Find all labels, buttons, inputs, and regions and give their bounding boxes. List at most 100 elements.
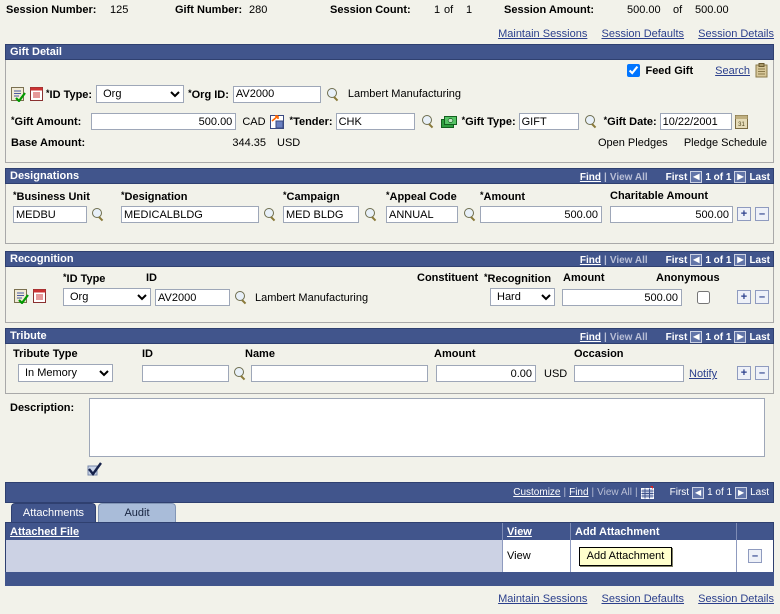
tab-audit[interactable]: Audit xyxy=(98,503,176,522)
tender-lookup-icon[interactable] xyxy=(421,115,435,128)
link-maintain-sessions-bottom[interactable]: Maintain Sessions xyxy=(498,593,587,605)
designation-input[interactable] xyxy=(121,206,259,223)
notify-link[interactable]: Notify xyxy=(689,368,717,380)
designations-first-label[interactable]: First xyxy=(666,172,688,183)
attachments-last-label[interactable]: Last xyxy=(750,487,769,498)
tribute-find-link[interactable]: Find xyxy=(580,332,601,343)
recognition-amount-input[interactable] xyxy=(562,289,682,306)
recognition-find-link[interactable]: Find xyxy=(580,255,601,266)
open-pledges-link[interactable]: Open Pledges xyxy=(598,137,668,149)
tribute-first-label[interactable]: First xyxy=(666,332,688,343)
org-id-lookup-icon[interactable] xyxy=(326,87,340,101)
add-attachment-button[interactable]: Add Attachment xyxy=(579,546,672,566)
attachments-prev-button[interactable]: ◀ xyxy=(692,486,705,499)
business-unit-lookup-icon[interactable] xyxy=(92,208,105,221)
designation-lookup-icon[interactable] xyxy=(264,208,277,221)
recognition-delete-row-button[interactable]: – xyxy=(755,290,769,304)
designations-delete-row-button[interactable]: – xyxy=(755,207,769,221)
tab-attachments[interactable]: Attachments xyxy=(11,503,96,522)
recognition-id-type-select[interactable]: Org xyxy=(63,288,151,306)
tribute-type-select[interactable]: In Memory xyxy=(18,364,113,382)
recognition-id-lookup-icon[interactable] xyxy=(235,291,248,304)
validate-icon[interactable] xyxy=(11,86,26,103)
tribute-delete-row-button[interactable]: – xyxy=(755,366,769,380)
tribute-view-all-link[interactable]: View All xyxy=(610,332,648,343)
tribute-id-input[interactable] xyxy=(142,365,229,382)
calendar-icon[interactable]: 31 xyxy=(734,114,748,129)
feed-gift-checkbox[interactable] xyxy=(627,64,641,77)
recognition-first-label[interactable]: First xyxy=(666,255,688,266)
designations-prev-button[interactable]: ◀ xyxy=(690,171,703,183)
recognition-type-select[interactable]: Hard xyxy=(490,288,555,306)
anonymous-checkbox[interactable] xyxy=(697,291,710,304)
tribute-add-row-button[interactable]: + xyxy=(737,366,751,380)
session-amount-label: Session Amount: xyxy=(504,4,595,16)
designation-amount-input[interactable] xyxy=(480,206,602,223)
gift-currency-text: CAD xyxy=(242,115,266,128)
attachments-next-button[interactable]: ▶ xyxy=(735,486,748,499)
tender-input[interactable] xyxy=(335,113,415,130)
org-id-input[interactable] xyxy=(232,85,321,103)
session-count-total: 1 xyxy=(466,4,473,16)
gift-type-lookup-icon[interactable] xyxy=(584,115,598,128)
gift-type-input[interactable] xyxy=(518,113,579,130)
clipboard-icon[interactable] xyxy=(755,63,768,78)
recognition-validate-icon[interactable] xyxy=(14,289,29,305)
occasion-input[interactable] xyxy=(574,365,684,382)
id-type-select[interactable]: Org xyxy=(96,85,185,103)
attachments-first-label[interactable]: First xyxy=(670,487,689,498)
gift-amount-input[interactable] xyxy=(91,113,237,130)
recognition-view-all-link[interactable]: View All xyxy=(610,255,648,266)
recognition-panel: ID Type ID Constituent Recognition Amoun… xyxy=(5,267,774,323)
business-unit-input[interactable] xyxy=(13,206,87,223)
download-spreadsheet-icon[interactable] xyxy=(640,486,654,499)
money-icon[interactable] xyxy=(440,115,457,129)
link-session-defaults-top[interactable]: Session Defaults xyxy=(602,28,685,40)
appeal-code-input[interactable] xyxy=(386,206,458,223)
tribute-id-lookup-icon[interactable] xyxy=(234,367,247,380)
recognition-last-label[interactable]: Last xyxy=(749,255,770,266)
attachments-find-link[interactable]: Find xyxy=(569,487,588,498)
attachments-view-all-link[interactable]: View All xyxy=(597,487,632,498)
tribute-next-button[interactable]: ▶ xyxy=(734,331,747,343)
spellcheck-icon[interactable] xyxy=(87,461,103,477)
designations-next-button[interactable]: ▶ xyxy=(734,171,747,183)
recognition-prev-button[interactable]: ◀ xyxy=(690,254,703,266)
tribute-name-input[interactable] xyxy=(251,365,428,382)
tribute-last-label[interactable]: Last xyxy=(749,332,770,343)
org-name-text: Lambert Manufacturing xyxy=(347,88,462,100)
recognition-add-row-button[interactable]: + xyxy=(737,290,751,304)
attachments-toolbar: Customize | Find | View All | First ◀ 1 … xyxy=(5,482,774,503)
recognition-list-icon[interactable] xyxy=(33,289,47,304)
campaign-input[interactable] xyxy=(283,206,359,223)
description-textarea[interactable] xyxy=(89,398,765,457)
gift-number-label: Gift Number: xyxy=(175,4,243,16)
link-session-details-top[interactable]: Session Details xyxy=(698,28,774,40)
customize-link[interactable]: Customize xyxy=(513,487,560,498)
link-maintain-sessions-top[interactable]: Maintain Sessions xyxy=(498,28,587,40)
tribute-prev-button[interactable]: ◀ xyxy=(690,331,703,343)
attachments-delete-row-button[interactable]: – xyxy=(748,549,762,563)
tab-attachments-label: Attachments xyxy=(22,507,85,519)
search-link[interactable]: Search xyxy=(715,65,750,77)
currency-exchange-icon[interactable] xyxy=(269,114,284,129)
campaign-lookup-icon[interactable] xyxy=(365,208,378,221)
pledge-schedule-link[interactable]: Pledge Schedule xyxy=(684,137,767,149)
recognition-id-input[interactable] xyxy=(155,289,230,306)
view-link[interactable]: View xyxy=(507,550,531,562)
tribute-amount-input[interactable] xyxy=(436,365,536,382)
designations-add-row-button[interactable]: + xyxy=(737,207,751,221)
appeal-code-lookup-icon[interactable] xyxy=(464,208,477,221)
designations-view-all-link[interactable]: View All xyxy=(610,172,648,183)
designations-last-label[interactable]: Last xyxy=(749,172,770,183)
col-recognition-id-type: ID Type xyxy=(63,272,106,285)
grid-col-attached-file-label[interactable]: Attached File xyxy=(10,526,79,538)
gift-date-input[interactable] xyxy=(659,113,732,130)
link-session-details-bottom[interactable]: Session Details xyxy=(698,593,774,605)
recognition-next-button[interactable]: ▶ xyxy=(734,254,747,266)
list-icon[interactable] xyxy=(30,86,44,102)
grid-col-view-label[interactable]: View xyxy=(507,526,532,538)
designations-find-link[interactable]: Find xyxy=(580,172,601,183)
charitable-amount-input[interactable] xyxy=(610,206,733,223)
link-session-defaults-bottom[interactable]: Session Defaults xyxy=(602,593,685,605)
